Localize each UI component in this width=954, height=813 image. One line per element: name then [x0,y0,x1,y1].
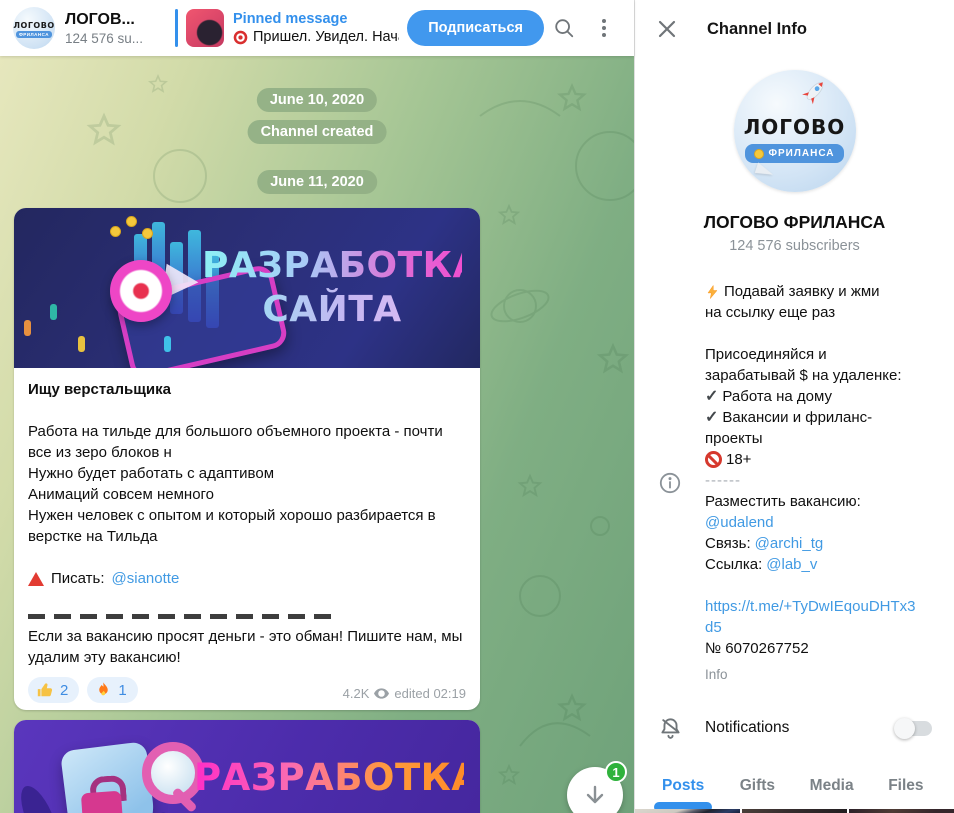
pinned-preview-text: Пришел. Увидел. Начал з... [253,28,399,47]
chat-scroll-area[interactable]: June 10, 2020 Channel created June 11, 2… [0,56,634,813]
pinned-accent-bar [175,9,178,47]
coin-icon [754,149,764,159]
chat-subtitle: 124 576 su... [65,31,169,46]
dart-icon [233,30,248,45]
mention-link[interactable]: @udalend [705,512,774,533]
channel-name: ЛОГОВО ФРИЛАНСА [635,212,954,233]
avatar-badge-text: ФРИЛАНСА [16,31,52,38]
post-image[interactable]: РАЗРАБОТКА САЙТА [14,208,480,368]
chat-header: ЛОГОВО ФРИЛАНСА ЛОГОВ... 124 576 su... P… [0,0,634,56]
channel-number: № 6070267752 [705,638,809,659]
message-paragraph: Анимаций совсем немного [28,484,466,505]
media-grid [635,809,954,813]
tab-media[interactable]: Media [795,765,869,807]
tab-gifts[interactable]: Gifts [720,765,794,807]
unread-badge: 1 [605,761,627,783]
pinned-preview: Пришел. Увидел. Начал з... [233,28,399,47]
scam-warning: Если за вакансию просят деньги - это обм… [28,626,466,668]
toggle-knob [894,718,915,739]
subscribe-button[interactable]: Подписаться [407,10,544,46]
channel-description: Подавай заявку и жми на ссылку еще раз П… [705,281,954,685]
thumbs-up-icon [36,681,54,699]
pinned-thumbnail [186,9,224,47]
panel-title: Channel Info [707,20,807,39]
chat-title-block[interactable]: ЛОГОВ... 124 576 su... [65,11,169,46]
fire-icon [95,681,112,699]
shared-media-tabs: Posts Gifts Media Files [635,765,954,807]
channel-info-panel: Channel Info ЛОГОВО ФРИЛАНСА ЛОГОВО ФРИЛ… [634,0,954,813]
search-icon[interactable] [544,8,584,48]
notifications-toggle[interactable] [896,721,932,736]
post-image-2[interactable]: РАЗРАБОТКА [14,720,480,813]
info-field-label: Info [705,664,942,685]
scroll-down-button[interactable]: 1 [567,767,623,813]
invite-link[interactable]: https://t.me/+TyDwIEqouDHTx3d5 [705,596,917,638]
check-icon: ✓ [705,407,718,428]
rocket-icon [800,76,830,106]
lock-illustration [81,791,123,813]
notifications-label: Notifications [705,719,789,737]
post-image-2-title: РАЗРАБОТКА [194,756,464,799]
reaction-thumbs-up[interactable]: 2 [28,677,79,703]
edited-label: edited 02:19 [394,686,466,701]
avatar-logo-text: ЛОГОВО [744,115,846,139]
avatar-text: ЛОГОВО [13,21,54,30]
telegram-app: ЛОГОВО ФРИЛАНСА ЛОГОВ... 124 576 su... P… [0,0,954,813]
media-thumbnail[interactable] [742,809,847,813]
close-icon[interactable] [657,19,677,39]
message-meta: 4.2K edited 02:19 [343,686,466,703]
pinned-texts: Pinned message Пришел. Увидел. Начал з..… [233,10,399,47]
contact-link[interactable]: @sianotte [112,568,180,589]
red-triangle-icon [28,572,44,586]
mention-link[interactable]: @archi_tg [755,533,824,554]
chat-title: ЛОГОВ... [65,11,169,29]
paper-plane-icon [754,162,775,178]
info-icon [635,471,705,495]
contact-label: Писать: [51,568,105,589]
notifications-row[interactable]: Notifications [635,707,954,749]
view-count: 4.2K [343,686,370,701]
service-badge: Channel created [248,120,387,144]
message-footer: 2 1 4.2K [28,677,466,703]
message-text: Ищу верстальщика Работа на тильде для бо… [14,368,480,710]
date-badge[interactable]: June 10, 2020 [257,88,377,112]
message-bubble: РАЗРАБОТКА [14,720,480,813]
message-paragraph: Нужен человек с опытом и который хорошо … [28,505,466,547]
media-thumbnail[interactable] [849,809,954,813]
media-thumbnail[interactable] [635,809,740,813]
more-menu-icon[interactable] [584,8,624,48]
date-badge[interactable]: June 11, 2020 [257,170,377,194]
tab-posts[interactable]: Posts [646,765,720,807]
channel-avatar[interactable]: ЛОГОВО ФРИЛАНСА [13,7,55,49]
subscriber-count: 124 576 subscribers [635,238,954,254]
channel-description-row: Подавай заявку и жми на ссылку еще раз П… [635,281,954,685]
message-heading: Ищу верстальщика [28,379,466,400]
arrow-down-icon [583,783,607,807]
post-image-title: РАЗРАБОТКА САЙТА [202,244,462,332]
avatar-logo-badge: ФРИЛАНСА [745,144,843,163]
eye-icon [374,688,389,699]
message-paragraph: Нужно будет работать с адаптивом [28,463,466,484]
pinned-message-bar[interactable]: Pinned message Пришел. Увидел. Начал з..… [175,9,399,47]
reaction-fire[interactable]: 1 [87,677,137,703]
message-paragraph: Работа на тильде для большого объемного … [28,421,466,463]
megaphone-illustration [110,260,172,322]
tab-files[interactable]: Files [869,765,943,807]
check-icon: ✓ [705,386,718,407]
channel-profile-photo[interactable]: ЛОГОВО ФРИЛАНСА [734,70,856,192]
lightning-icon [705,284,720,300]
contact-line: Писать: @sianotte [28,568,466,589]
message-bubble: РАЗРАБОТКА САЙТА Ищу верстальщика Работа… [14,208,480,710]
dashed-divider [28,614,334,619]
bell-muted-icon [635,716,705,741]
chat-pane: ЛОГОВО ФРИЛАНСА ЛОГОВ... 124 576 su... P… [0,0,634,813]
pinned-label: Pinned message [233,10,399,28]
no-entry-icon [705,451,722,468]
mention-link[interactable]: @lab_v [766,554,817,575]
reaction-count: 1 [118,682,126,699]
reaction-count: 2 [60,682,68,699]
panel-header: Channel Info [635,0,954,58]
